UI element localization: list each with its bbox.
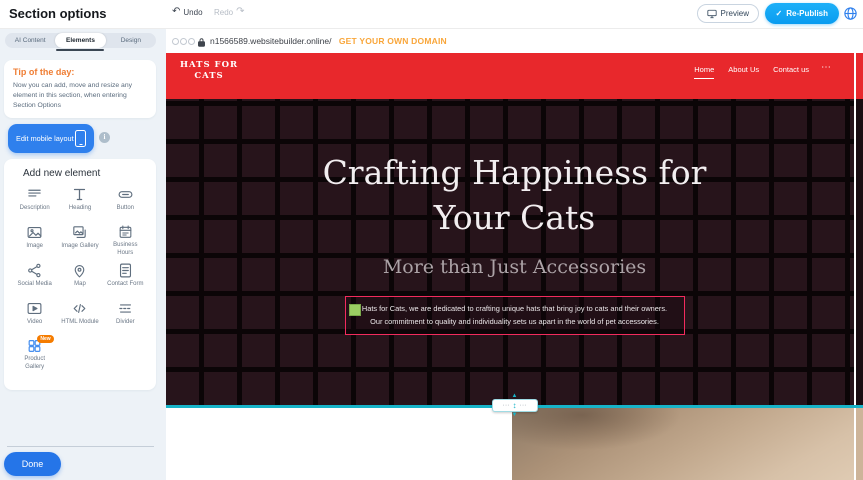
edge-photo-color — [856, 405, 863, 480]
cat-photo[interactable] — [512, 408, 863, 480]
element-html-module[interactable]: HTML Module — [57, 300, 102, 333]
page-edge-strip — [854, 53, 863, 480]
edit-mobile-label: Edit mobile layout — [16, 134, 74, 143]
element-description[interactable]: Description — [12, 186, 57, 219]
heading-icon — [71, 186, 88, 203]
republish-button[interactable]: ✓ Re-Publish — [765, 3, 839, 24]
sidebar-divider — [7, 446, 154, 447]
element-social-media[interactable]: Social Media — [12, 262, 57, 295]
republish-label: Re-Publish — [786, 9, 828, 18]
tab-design[interactable]: Design — [106, 33, 156, 48]
resize-handle-pill[interactable]: ··· ↕ ··· — [492, 399, 538, 412]
video-icon — [26, 300, 43, 317]
hero-paragraph-text: Hats for Cats, we are dedicated to craft… — [362, 304, 667, 326]
window-dot-2 — [180, 38, 187, 45]
site-url: n1566589.websitebuilder.online/ — [210, 36, 331, 46]
element-video[interactable]: Video — [12, 300, 57, 333]
description-icon — [26, 186, 43, 203]
nav-more-icon[interactable]: ⋯ — [821, 62, 831, 73]
undo-icon: ↶ — [172, 7, 180, 17]
window-dot-1 — [172, 38, 179, 45]
site-nav: Home About Us Contact us — [694, 65, 809, 79]
browser-chrome: n1566589.websitebuilder.online/ GET YOUR… — [166, 28, 863, 53]
element-divider[interactable]: Divider — [103, 300, 148, 333]
tip-body: Now you can add, move and resize any ele… — [13, 81, 147, 111]
monitor-icon — [707, 9, 717, 19]
get-domain-link[interactable]: GET YOUR OWN DOMAIN — [339, 36, 447, 46]
element-grid: Description Heading Button — [12, 186, 148, 371]
tip-of-the-day-panel: Tip of the day: Now you can add, move an… — [4, 60, 156, 118]
tab-elements[interactable]: Elements — [55, 33, 105, 48]
element-image[interactable]: Image — [12, 224, 57, 257]
hero-paragraph-selected[interactable]: Hats for Cats, we are dedicated to craft… — [345, 296, 685, 335]
redo-button[interactable]: Redo ↷ — [214, 7, 245, 17]
handle-dots-left: ··· — [503, 402, 510, 409]
hero-subheading[interactable]: More than Just Accessories — [166, 256, 863, 278]
contact-form-icon — [117, 262, 134, 279]
redo-label: Redo — [214, 8, 233, 17]
element-business-hours[interactable]: Business Hours — [103, 224, 148, 257]
hero-section[interactable]: Crafting Happiness for Your Cats More th… — [166, 99, 863, 405]
edit-mobile-layout-button[interactable]: Edit mobile layout — [8, 124, 94, 153]
social-media-icon — [26, 262, 43, 279]
website-builder-app: Section options ↶ Undo Redo ↷ Preview ✓ … — [0, 0, 863, 480]
handle-dots-right: ··· — [520, 402, 527, 409]
element-product-gallery[interactable]: New Product Gallery — [12, 338, 57, 371]
updown-arrow-icon: ↕ — [513, 402, 517, 410]
element-map[interactable]: Map — [57, 262, 102, 295]
preview-label: Preview — [721, 9, 749, 18]
nav-home[interactable]: Home — [694, 65, 714, 79]
undo-button[interactable]: ↶ Undo — [172, 7, 203, 17]
map-icon — [71, 262, 88, 279]
hero-heading[interactable]: Crafting Happiness for Your Cats — [305, 99, 725, 240]
element-drag-handle[interactable] — [349, 304, 361, 316]
arrow-down-icon: ▼ — [512, 412, 518, 418]
element-image-gallery[interactable]: Image Gallery — [57, 224, 102, 257]
element-button[interactable]: Button — [103, 186, 148, 219]
site-logo[interactable]: HATS FOR CATS — [179, 60, 239, 83]
element-contact-form[interactable]: Contact Form — [103, 262, 148, 295]
preview-button[interactable]: Preview — [697, 4, 759, 23]
info-icon[interactable]: i — [99, 132, 110, 143]
new-badge: New — [37, 335, 53, 343]
site-preview: HATS FOR CATS Home About Us Contact us ⋯… — [166, 53, 863, 480]
element-heading[interactable]: Heading — [57, 186, 102, 219]
image-icon — [26, 224, 43, 241]
page-title: Section options — [9, 6, 107, 21]
window-dot-3 — [188, 38, 195, 45]
redo-icon: ↷ — [236, 7, 244, 17]
section-options-sidebar: AI Content Elements Design Tip of the da… — [0, 28, 166, 480]
done-button[interactable]: Done — [4, 452, 61, 476]
edge-hero-color — [856, 99, 863, 405]
business-hours-icon — [117, 224, 134, 240]
tip-title: Tip of the day: — [13, 67, 147, 77]
html-module-icon — [71, 300, 88, 317]
check-icon: ✓ — [776, 9, 783, 18]
top-toolbar: Section options ↶ Undo Redo ↷ Preview ✓ … — [0, 0, 863, 29]
active-tab-indicator — [56, 49, 104, 51]
globe-icon — [843, 6, 858, 21]
image-gallery-icon — [71, 224, 88, 241]
add-panel-title: Add new element — [23, 168, 148, 179]
site-header: HATS FOR CATS Home About Us Contact us ⋯ — [166, 53, 863, 99]
nav-about-us[interactable]: About Us — [728, 65, 759, 79]
url-bar: n1566589.websitebuilder.online/ GET YOUR… — [210, 36, 447, 46]
add-new-element-panel: Add new element Description Heading — [4, 159, 156, 390]
lock-icon — [197, 35, 206, 53]
divider-icon — [117, 300, 134, 317]
button-icon — [117, 186, 134, 203]
phone-icon — [75, 130, 86, 147]
sidebar-tabs: AI Content Elements Design — [5, 33, 156, 48]
language-globe-button[interactable] — [843, 6, 858, 21]
edge-header-color — [856, 53, 863, 99]
nav-contact-us[interactable]: Contact us — [773, 65, 809, 79]
section-resize-handle[interactable]: ▲ ··· ↕ ··· ▼ — [492, 393, 538, 418]
tab-ai-content[interactable]: AI Content — [5, 33, 55, 48]
undo-label: Undo — [183, 8, 202, 17]
